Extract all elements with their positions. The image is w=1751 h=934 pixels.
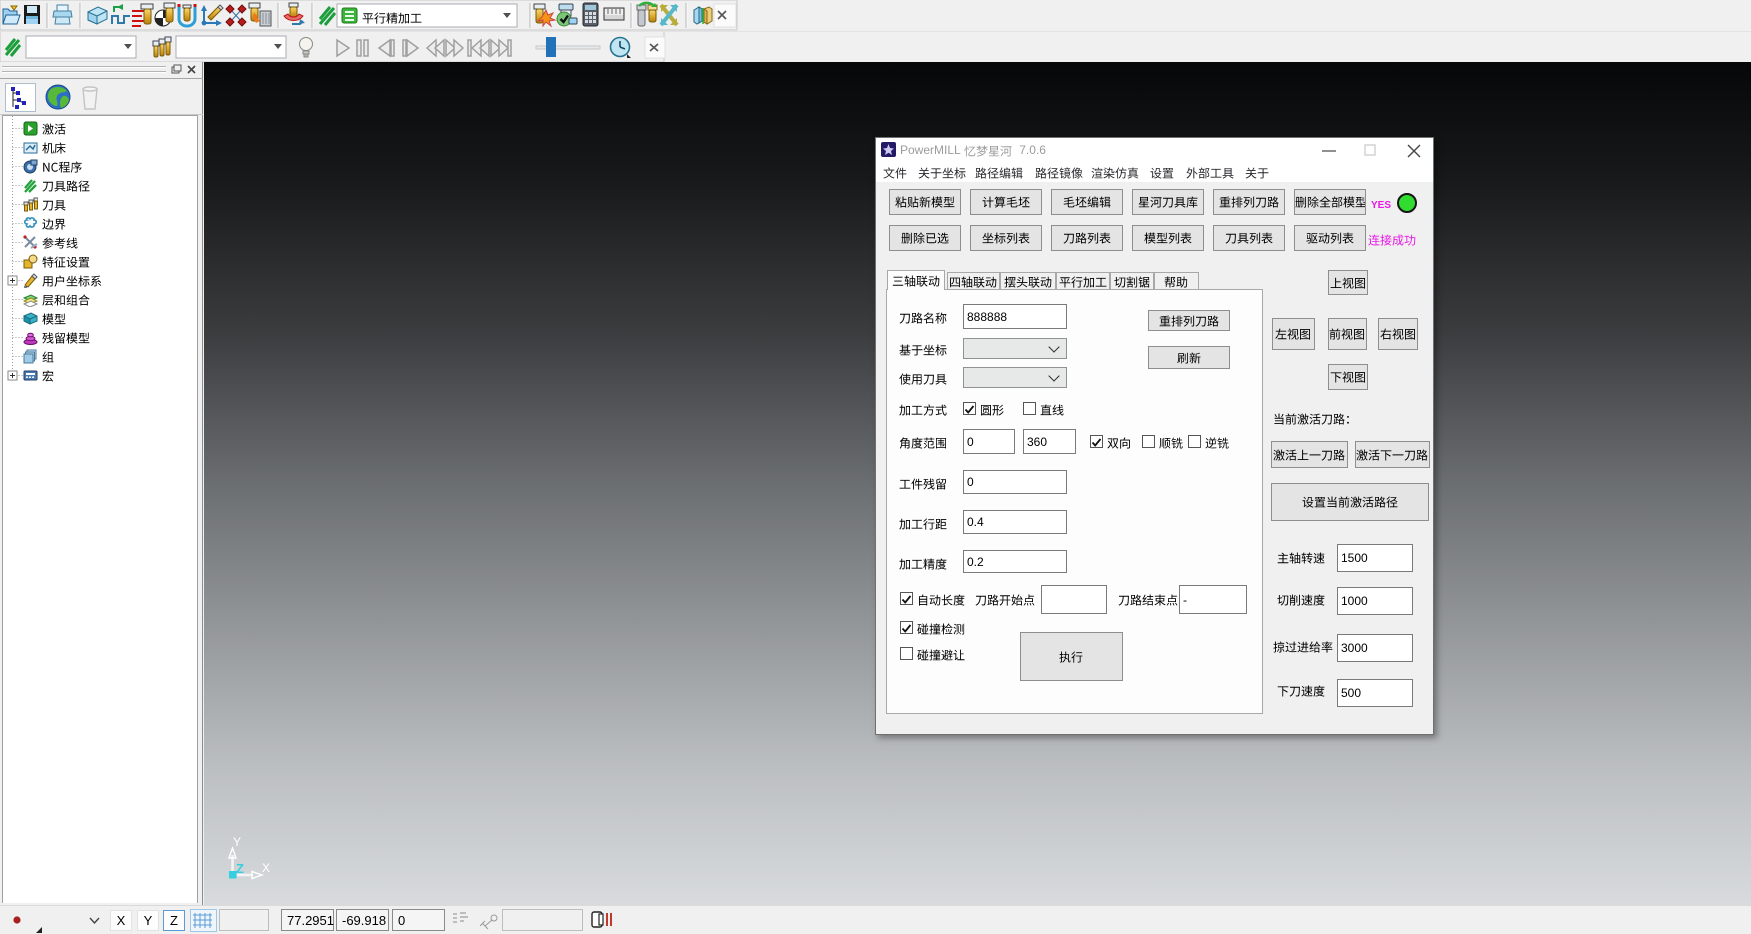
svg-text:X: X [262, 861, 270, 875]
svg-text:Z: Z [236, 861, 244, 876]
svg-text:Y: Y [233, 835, 241, 849]
